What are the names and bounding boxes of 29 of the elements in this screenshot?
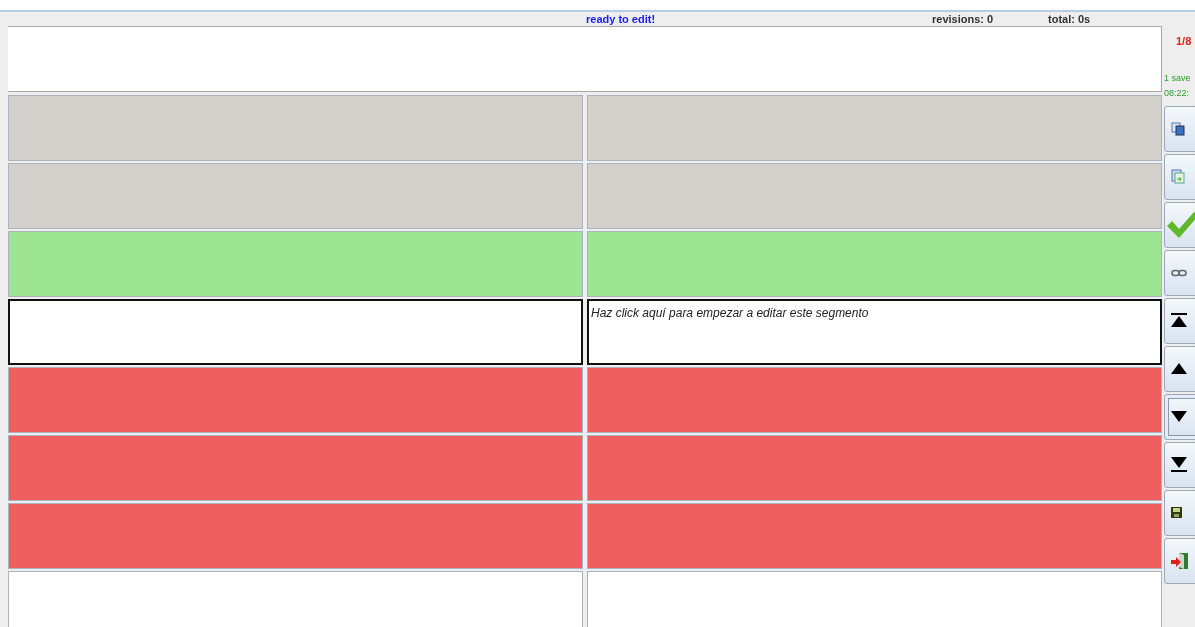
chain-link-icon [1171,268,1187,277]
status-message: ready to edit! [586,11,657,27]
target-segment[interactable]: Haz click aquí para empezar a editar este segmento [587,299,1162,365]
chain-link-button[interactable] [1164,249,1195,296]
paste-icon [1171,169,1185,184]
target-segment[interactable] [587,163,1162,229]
total-time: total: 0s [1048,11,1091,27]
jump-to-last-icon [1171,457,1187,472]
copy-icon [1171,121,1185,136]
checkmark-button[interactable] [1164,201,1195,248]
exit-door-button[interactable] [1164,537,1195,584]
floppy-disk-button[interactable] [1164,489,1195,536]
down-arrow-icon [1171,411,1187,422]
segment-hint: Haz click aquí para empezar a editar este segmento [590,305,870,322]
up-arrow-icon [1171,363,1187,374]
saved-status: 1 save [1164,71,1192,85]
jump-to-first-button[interactable] [1164,297,1195,344]
down-arrow-button[interactable] [1164,393,1195,440]
copy-button[interactable] [1164,105,1195,152]
segment-position: 1/8 [1176,34,1193,49]
up-arrow-button[interactable] [1164,345,1195,392]
jump-to-first-icon [1171,313,1187,328]
jump-to-last-button[interactable] [1164,441,1195,488]
checkmark-icon [1166,209,1195,240]
exit-door-icon [1171,551,1189,570]
source-segment[interactable] [8,299,583,365]
revisions-count: revisions: 0 [932,11,995,27]
saved-time: 08:22: [1164,87,1191,100]
target-segment[interactable] [587,571,1162,627]
